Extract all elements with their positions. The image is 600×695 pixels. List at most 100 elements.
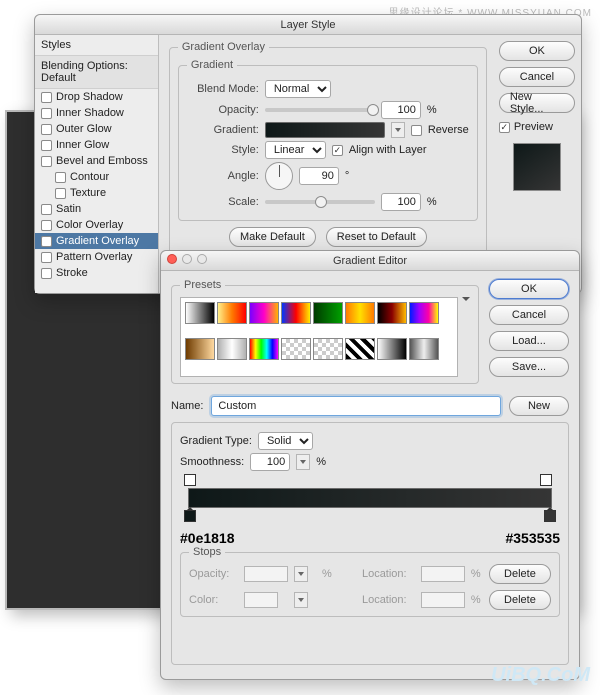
preset-swatch[interactable]: [185, 302, 215, 324]
reverse-checkbox[interactable]: [411, 125, 422, 136]
close-icon[interactable]: [167, 254, 177, 264]
cancel-button[interactable]: Cancel: [499, 67, 575, 87]
presets-menu-icon[interactable]: [462, 297, 470, 305]
style-item-pattern-overlay[interactable]: Pattern Overlay: [35, 249, 158, 265]
preset-swatch[interactable]: [217, 302, 247, 324]
stop-color-location-input[interactable]: [421, 592, 465, 608]
window-controls: [167, 254, 207, 264]
style-checkbox[interactable]: [41, 124, 52, 135]
gradient-dropdown-icon[interactable]: [391, 122, 405, 138]
style-item-stroke[interactable]: Stroke: [35, 265, 158, 281]
style-checkbox[interactable]: [55, 172, 66, 183]
zoom-icon[interactable]: [197, 254, 207, 264]
presets-grid[interactable]: [180, 297, 458, 377]
style-checkbox[interactable]: [41, 108, 52, 119]
smoothness-dropdown-icon[interactable]: [296, 454, 310, 470]
style-checkbox[interactable]: [41, 92, 52, 103]
preset-swatch[interactable]: [377, 302, 407, 324]
color-stop-left[interactable]: [184, 510, 196, 522]
style-label: Outer Glow: [56, 123, 112, 135]
scale-input[interactable]: [381, 193, 421, 211]
color-stop-right[interactable]: [544, 510, 556, 522]
style-item-inner-glow[interactable]: Inner Glow: [35, 137, 158, 153]
gradient-ramp[interactable]: [188, 488, 552, 508]
gradient-bar[interactable]: [180, 474, 560, 528]
stops-legend: Stops: [189, 546, 225, 558]
load-button[interactable]: Load...: [489, 331, 569, 351]
opacity-stop-right[interactable]: [540, 474, 552, 486]
style-checkbox[interactable]: [41, 252, 52, 263]
save-button[interactable]: Save...: [489, 357, 569, 377]
blend-mode-select[interactable]: Normal: [265, 80, 331, 98]
style-item-color-overlay[interactable]: Color Overlay: [35, 217, 158, 233]
deg-label: °: [345, 170, 349, 182]
preset-swatch[interactable]: [281, 302, 311, 324]
preset-swatch[interactable]: [345, 302, 375, 324]
preset-swatch[interactable]: [217, 338, 247, 360]
style-checkbox[interactable]: [55, 188, 66, 199]
preset-swatch[interactable]: [345, 338, 375, 360]
gradient-legend: Gradient: [187, 59, 237, 71]
gradient-label: Gradient:: [187, 124, 259, 136]
style-item-texture[interactable]: Texture: [35, 185, 158, 201]
preset-swatch[interactable]: [313, 302, 343, 324]
style-label: Texture: [70, 187, 106, 199]
style-item-gradient-overlay[interactable]: ✓Gradient Overlay: [35, 233, 158, 249]
angle-input[interactable]: [299, 167, 339, 185]
stop-color-dropdown-icon[interactable]: [294, 592, 308, 608]
scale-slider[interactable]: [265, 200, 375, 204]
name-label: Name:: [171, 400, 203, 412]
style-label: Bevel and Emboss: [56, 155, 148, 167]
preset-swatch[interactable]: [185, 338, 215, 360]
ok-button[interactable]: OK: [499, 41, 575, 61]
styles-header[interactable]: Styles: [35, 35, 158, 56]
styles-column: Styles Blending Options: Default Drop Sh…: [35, 35, 159, 293]
preset-swatch[interactable]: [409, 302, 439, 324]
delete-opacity-stop-button[interactable]: Delete: [489, 564, 551, 584]
gradient-swatch[interactable]: [265, 122, 385, 138]
style-checkbox[interactable]: [41, 268, 52, 279]
stop-location-input[interactable]: [421, 566, 465, 582]
style-item-satin[interactable]: Satin: [35, 201, 158, 217]
name-input[interactable]: [211, 396, 501, 416]
preset-swatch[interactable]: [409, 338, 439, 360]
style-checkbox[interactable]: [41, 204, 52, 215]
stop-opacity-dropdown-icon[interactable]: [294, 566, 308, 582]
stop-opacity-input[interactable]: [244, 566, 288, 582]
ok-button[interactable]: OK: [489, 279, 569, 299]
opacity-input[interactable]: [381, 101, 421, 119]
stop-color-swatch[interactable]: [244, 592, 278, 608]
preset-swatch[interactable]: [249, 338, 279, 360]
style-checkbox[interactable]: ✓: [41, 236, 52, 247]
preset-swatch[interactable]: [313, 338, 343, 360]
make-default-button[interactable]: Make Default: [229, 227, 316, 247]
style-checkbox[interactable]: [41, 156, 52, 167]
style-select[interactable]: Linear: [265, 141, 326, 159]
preset-swatch[interactable]: [249, 302, 279, 324]
style-item-outer-glow[interactable]: Outer Glow: [35, 121, 158, 137]
smoothness-input[interactable]: [250, 453, 290, 471]
reset-default-button[interactable]: Reset to Default: [326, 227, 427, 247]
minimize-icon[interactable]: [182, 254, 192, 264]
new-button[interactable]: New: [509, 396, 569, 416]
align-checkbox[interactable]: ✓: [332, 145, 343, 156]
style-item-bevel-and-emboss[interactable]: Bevel and Emboss: [35, 153, 158, 169]
delete-color-stop-button[interactable]: Delete: [489, 590, 551, 610]
opacity-stop-left[interactable]: [184, 474, 196, 486]
style-item-contour[interactable]: Contour: [35, 169, 158, 185]
preset-swatch[interactable]: [377, 338, 407, 360]
preview-checkbox[interactable]: ✓: [499, 122, 510, 133]
preview-label: Preview: [514, 121, 553, 133]
type-select[interactable]: Solid: [258, 432, 313, 450]
style-checkbox[interactable]: [41, 220, 52, 231]
style-checkbox[interactable]: [41, 140, 52, 151]
presets-group: Presets: [171, 279, 479, 384]
opacity-slider[interactable]: [265, 108, 375, 112]
new-style-button[interactable]: New Style...: [499, 93, 575, 113]
style-item-drop-shadow[interactable]: Drop Shadow: [35, 89, 158, 105]
blending-options-header[interactable]: Blending Options: Default: [35, 56, 158, 89]
cancel-button[interactable]: Cancel: [489, 305, 569, 325]
angle-dial[interactable]: [265, 162, 293, 190]
preset-swatch[interactable]: [281, 338, 311, 360]
style-item-inner-shadow[interactable]: Inner Shadow: [35, 105, 158, 121]
